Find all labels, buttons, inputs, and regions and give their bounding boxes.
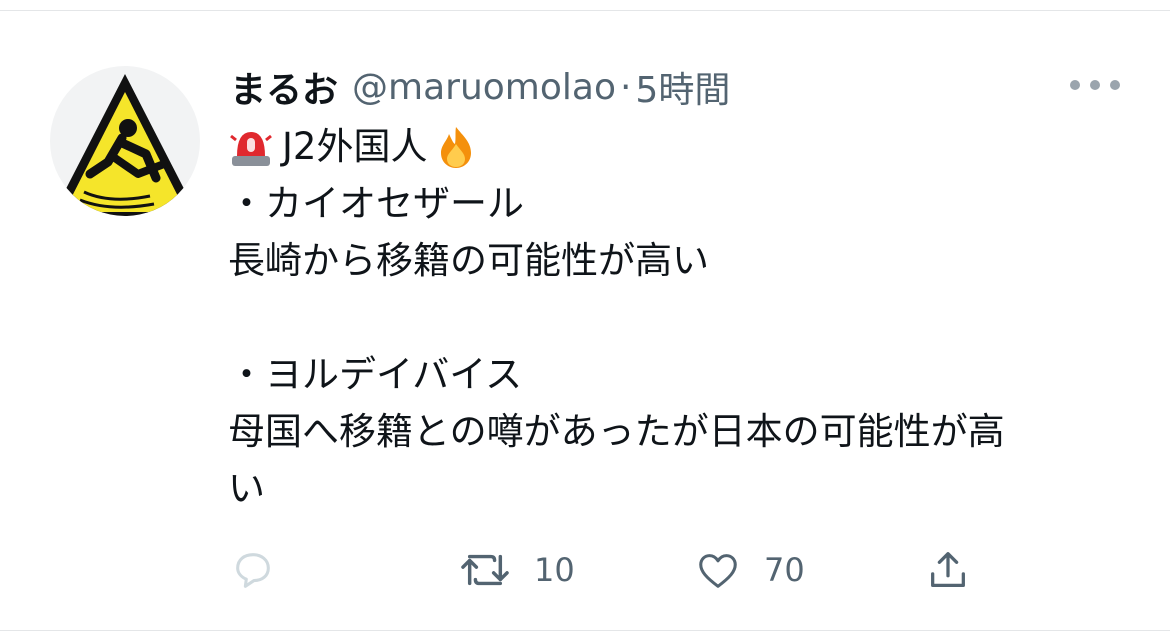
tweet-line-text: J2外国人 bbox=[282, 125, 428, 168]
retweet-button[interactable]: 10 bbox=[458, 545, 575, 595]
avatar[interactable] bbox=[50, 66, 200, 216]
tweet-text: J2外国人 ・カイオセザール 長崎から移籍の可能性が高い ・ヨルデイバイス 母国… bbox=[228, 118, 1128, 517]
more-options-icon[interactable] bbox=[1070, 72, 1120, 98]
tweet-line: ・カイオセザール bbox=[228, 182, 524, 225]
caution-sign-icon bbox=[52, 74, 198, 216]
like-count: 70 bbox=[764, 551, 805, 589]
separator-dot: · bbox=[619, 66, 632, 108]
tweet-line: 長崎から移籍の可能性が高い bbox=[228, 239, 709, 282]
reply-icon bbox=[236, 553, 270, 588]
retweet-count: 10 bbox=[534, 551, 575, 589]
top-divider bbox=[0, 0, 1170, 11]
timestamp[interactable]: 5時間 bbox=[635, 61, 730, 113]
fire-emoji bbox=[441, 126, 472, 168]
heart-icon bbox=[699, 554, 737, 588]
tweet-line: J2外国人 bbox=[228, 118, 1128, 175]
tweet-actions: 10 70 bbox=[0, 545, 1170, 595]
tweet-header: まるお @maruomolao · 5時間 bbox=[230, 62, 730, 112]
tweet-line: い bbox=[228, 467, 265, 510]
police-light-emoji bbox=[230, 131, 272, 166]
reply-button[interactable] bbox=[230, 545, 298, 595]
tweet-line: ・ヨルデイバイス bbox=[228, 353, 523, 396]
share-button[interactable] bbox=[924, 545, 972, 595]
retweet-icon bbox=[461, 554, 509, 586]
bottom-divider bbox=[0, 630, 1170, 641]
author-handle[interactable]: @maruomolao bbox=[352, 67, 616, 108]
share-icon bbox=[931, 552, 965, 587]
tweet-line: 母国へ移籍との噂があったが日本の可能性が高 bbox=[228, 410, 1005, 453]
author-name[interactable]: まるお bbox=[230, 61, 338, 113]
like-button[interactable]: 70 bbox=[694, 545, 805, 595]
